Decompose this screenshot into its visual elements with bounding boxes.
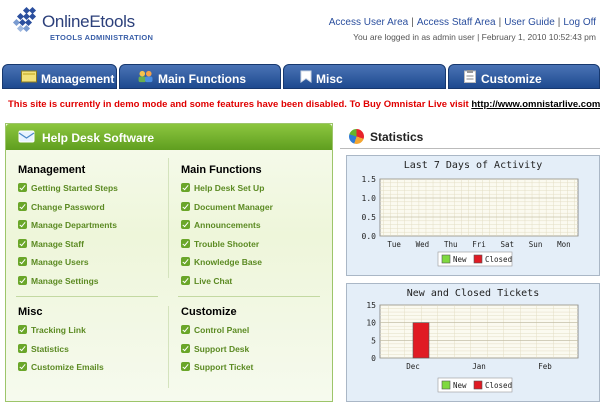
chart-title: New and Closed Tickets: [407, 288, 539, 299]
check-icon: [18, 276, 27, 285]
bookmark-icon: [300, 70, 312, 83]
tab-customize-label: Customize: [481, 72, 542, 86]
logo-title: OnlineEtools: [42, 12, 135, 31]
x-tick-label: Sun: [529, 240, 543, 249]
access-staff-area-link[interactable]: Access Staff Area: [417, 17, 496, 28]
check-icon: [18, 344, 27, 353]
x-tick-label: Fri: [472, 240, 486, 249]
x-tick-label: Wed: [416, 240, 430, 249]
tab-misc-label: Misc: [316, 72, 343, 86]
legend-label-closed: Closed: [485, 255, 512, 264]
tickets-chart-box: New and Closed Tickets 0 5 10 15 Dec Jan Feb New…: [346, 283, 600, 402]
tab-management[interactable]: Management: [2, 64, 117, 89]
help-desk-title: Help Desk Software: [42, 131, 155, 145]
check-icon: [18, 220, 27, 229]
customize-section-title: Customize: [181, 306, 237, 318]
pie-chart-icon: [349, 129, 364, 144]
x-tick-label: Sat: [501, 240, 515, 249]
y-tick-label: 0: [371, 354, 376, 363]
x-tick-label: Thu: [444, 240, 458, 249]
check-icon: [181, 183, 190, 192]
users-icon: [138, 70, 153, 83]
activity-chart-box: Last 7 Days of Activity 0.0 0.5 1.0 1.5 Tue We…: [346, 155, 600, 276]
tab-main-functions[interactable]: Main Functions: [119, 64, 281, 89]
demo-notice-text: This site is currently in demo mode and …: [8, 99, 469, 110]
y-tick-label: 5: [371, 336, 376, 345]
y-tick-label: 10: [366, 319, 376, 328]
check-icon: [18, 257, 27, 266]
statistics-divider: [340, 148, 600, 149]
demo-notice: This site is currently in demo mode and …: [8, 99, 600, 110]
statistics-header: Statistics: [340, 123, 600, 149]
x-tick-label: Tue: [387, 240, 401, 249]
y-tick-label: 15: [366, 301, 376, 310]
x-tick-label: Jan: [472, 362, 486, 371]
check-icon: [18, 202, 27, 211]
top-links: Access User Area | Access Staff Area | User …: [328, 17, 596, 28]
check-icon: [18, 239, 27, 248]
section-divider-right: [178, 296, 320, 297]
tab-management-label: Management: [41, 72, 115, 86]
check-icon: [181, 202, 190, 211]
statistics-title: Statistics: [370, 130, 424, 144]
legend-swatch-closed: [473, 254, 483, 264]
folder-icon: [21, 70, 37, 83]
main-tabs: Management Main Functions Misc Customize: [0, 64, 600, 89]
check-icon: [18, 325, 27, 334]
activity-chart: Last 7 Days of Activity 0.0 0.5 1.0 1.5 Tue We…: [362, 160, 579, 267]
help-desk-header: Help Desk Software: [6, 124, 332, 150]
header: OnlineEtools ETOOLS ADMINISTRATION Acces…: [0, 0, 600, 62]
check-icon: [181, 239, 190, 248]
login-info: You are logged in as admin user | Februa…: [353, 32, 596, 42]
help-desk-panel: Help Desk Software Management Getting St…: [5, 123, 333, 402]
legend-label-closed: Closed: [485, 381, 512, 390]
tab-main-functions-label: Main Functions: [158, 72, 246, 86]
legend-swatch-closed: [473, 380, 483, 390]
user-guide-link[interactable]: User Guide: [504, 17, 555, 28]
legend-label-new: New: [453, 381, 467, 390]
x-tick-label: Mon: [557, 240, 571, 249]
section-divider-vertical-bottom: [168, 306, 169, 388]
x-tick-label: Dec: [406, 362, 420, 371]
check-icon: [181, 325, 190, 334]
management-section-title: Management: [18, 164, 86, 176]
legend-swatch-new: [441, 380, 451, 390]
y-tick-label: 1.0: [362, 194, 377, 203]
y-tick-label: 1.5: [362, 175, 377, 184]
access-user-area-link[interactable]: Access User Area: [329, 17, 408, 28]
x-tick-label: Feb: [538, 362, 552, 371]
plot-area: [379, 178, 579, 237]
check-icon: [18, 362, 27, 371]
help-desk-icon: [18, 130, 35, 143]
tab-misc[interactable]: Misc: [283, 64, 446, 89]
log-off-link[interactable]: Log Off: [563, 17, 596, 28]
check-icon: [181, 276, 190, 285]
omnistar-link[interactable]: http://www.omnistarlive.com: [471, 99, 600, 110]
logo[interactable]: OnlineEtools ETOOLS ADMINISTRATION: [12, 6, 154, 48]
check-icon: [181, 220, 190, 229]
chart-title: Last 7 Days of Activity: [404, 160, 542, 171]
bar-closed: [412, 322, 430, 359]
tab-customize[interactable]: Customize: [448, 64, 600, 89]
tickets-chart: New and Closed Tickets 0 5 10 15 Dec Jan Feb New…: [366, 288, 579, 393]
clipboard-icon: [464, 70, 476, 83]
check-icon: [181, 257, 190, 266]
check-icon: [181, 344, 190, 353]
logo-subtitle: ETOOLS ADMINISTRATION: [50, 33, 154, 42]
y-tick-label: 0.0: [362, 232, 377, 241]
legend-label-new: New: [453, 255, 467, 264]
misc-section-title: Misc: [18, 306, 43, 318]
section-divider-left: [16, 296, 158, 297]
logo-mark-icon: [12, 6, 40, 34]
check-icon: [18, 183, 27, 192]
main-functions-section-title: Main Functions: [181, 164, 262, 176]
section-divider-vertical-top: [168, 158, 169, 278]
check-icon: [181, 362, 190, 371]
y-tick-label: 0.5: [362, 213, 377, 222]
legend-swatch-new: [441, 254, 451, 264]
plot-area: [379, 304, 579, 359]
